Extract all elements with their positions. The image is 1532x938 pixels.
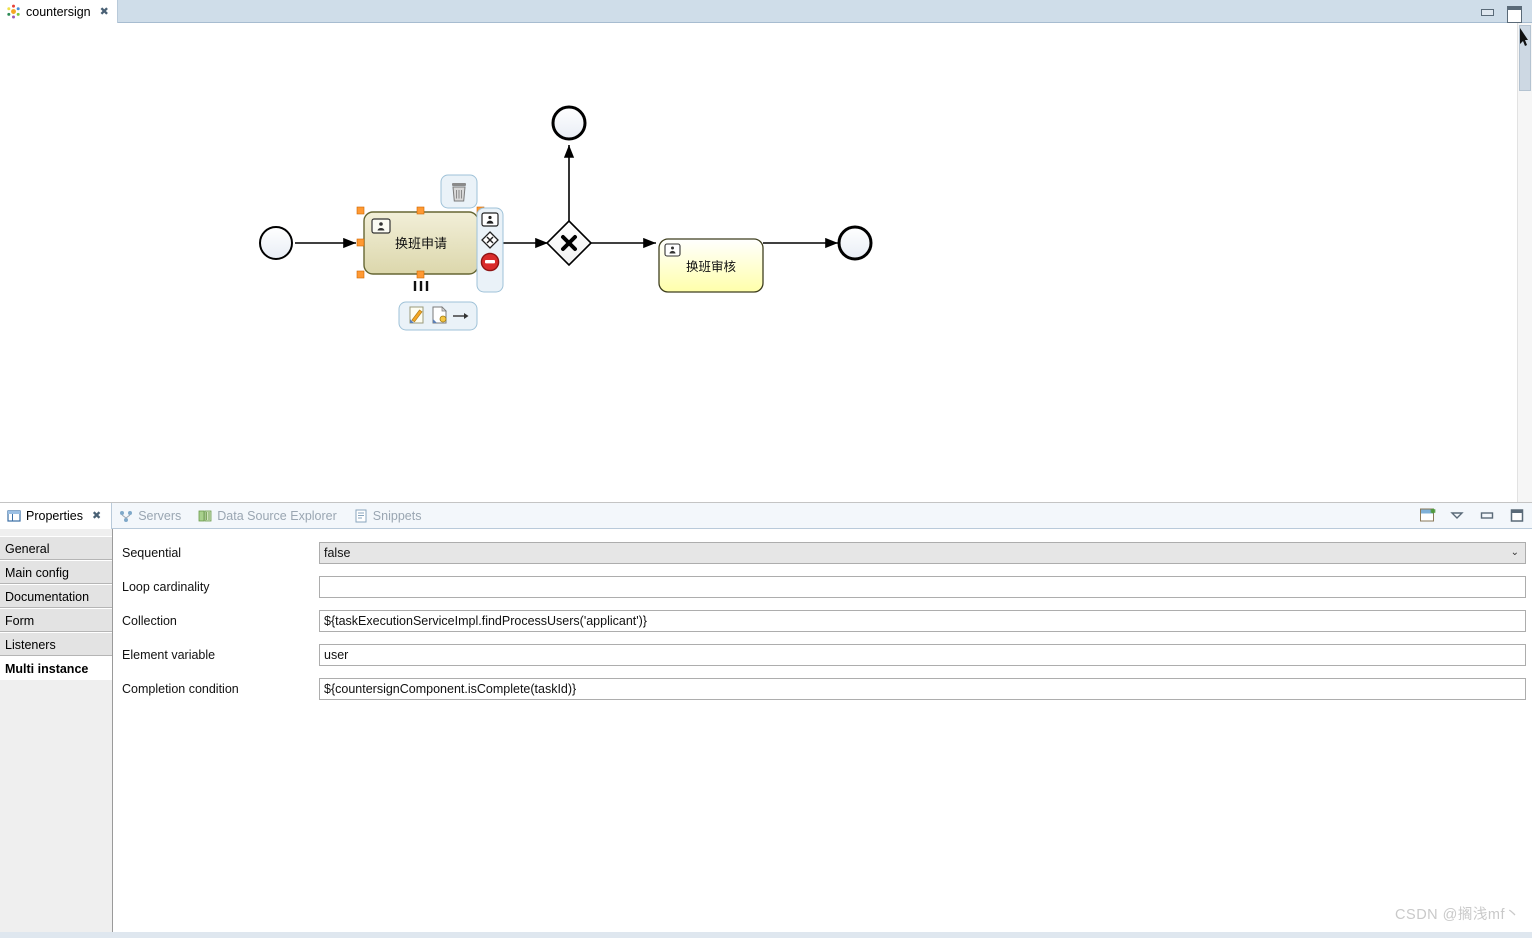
side-tab-main-config[interactable]: Main config: [0, 560, 112, 584]
context-pad-top[interactable]: [440, 174, 478, 209]
maximize-icon[interactable]: [1510, 508, 1526, 524]
completion-condition-input-wrap[interactable]: ${countersignComponent.isComplete(taskId…: [319, 678, 1526, 700]
canvas-vertical-scrollbar[interactable]: [1517, 23, 1532, 502]
properties-body: General Main config Documentation Form L…: [0, 529, 1532, 938]
data-source-icon: [198, 509, 212, 523]
side-tab-listeners[interactable]: Listeners: [0, 632, 112, 656]
multi-instance-form: Sequential false ⌄ Loop cardinality Coll…: [113, 529, 1532, 938]
view-tab-snippets[interactable]: Snippets: [347, 503, 432, 529]
sequential-combo[interactable]: false ⌄: [319, 542, 1526, 564]
user-task-node-review[interactable]: 换班审核: [658, 238, 764, 293]
properties-view-tab-bar: Properties ✖ Servers Data Source Explore…: [0, 502, 1532, 529]
side-tab-multi-instance[interactable]: Multi instance: [0, 656, 112, 680]
loop-cardinality-label: Loop cardinality: [122, 580, 210, 594]
user-task-label-review: 换班审核: [686, 259, 737, 274]
user-task-icon[interactable]: [481, 212, 499, 227]
element-variable-label: Element variable: [122, 648, 216, 662]
completion-condition-input[interactable]: ${countersignComponent.isComplete(taskId…: [319, 678, 1526, 700]
sequential-combo-wrap[interactable]: false ⌄: [319, 542, 1526, 564]
watermark: CSDN @搁浅mf丶: [1395, 907, 1520, 923]
sequential-label: Sequential: [122, 546, 182, 560]
snippets-icon: [354, 509, 368, 523]
trash-icon[interactable]: [452, 183, 466, 202]
bpmn-diagram[interactable]: 换班申请 换班审核: [0, 23, 1517, 503]
user-task-node-apply[interactable]: 换班申请: [356, 206, 485, 291]
side-tab-form[interactable]: Form: [0, 608, 112, 632]
element-variable-input[interactable]: user: [319, 644, 1526, 666]
user-task-label-apply: 换班申请: [395, 237, 447, 252]
edit-icon[interactable]: [409, 306, 424, 324]
close-icon[interactable]: ✖: [100, 6, 109, 17]
side-tab-filler: [0, 680, 112, 698]
element-variable-input-wrap[interactable]: user: [319, 644, 1526, 666]
view-tab-servers-label: Servers: [138, 508, 182, 523]
minimize-icon[interactable]: [1480, 6, 1494, 18]
parallel-multi-instance-marker: [413, 281, 429, 291]
collection-input-wrap[interactable]: ${taskExecutionServiceImpl.findProcessUs…: [319, 610, 1526, 632]
end-event-top-node[interactable]: [551, 105, 587, 141]
properties-view-toolbar: [1420, 503, 1526, 529]
bpmn-diagram-canvas[interactable]: 换班申请 换班审核: [0, 23, 1532, 503]
context-pad-right[interactable]: [476, 207, 504, 293]
status-bar: [0, 932, 1532, 938]
view-tab-properties-label: Properties: [26, 508, 83, 523]
side-tab-documentation[interactable]: Documentation: [0, 584, 112, 608]
end-event-right-node[interactable]: [837, 225, 873, 261]
properties-side-tab-list: General Main config Documentation Form L…: [0, 529, 113, 938]
context-pad-bottom[interactable]: [398, 301, 478, 331]
loop-cardinality-input[interactable]: [319, 576, 1526, 598]
collection-input[interactable]: ${taskExecutionServiceImpl.findProcessUs…: [319, 610, 1526, 632]
properties-view: Properties ✖ Servers Data Source Explore…: [0, 502, 1532, 938]
end-event-icon[interactable]: [480, 252, 500, 272]
restore-icon[interactable]: [1420, 508, 1436, 524]
sequential-value: false: [324, 546, 351, 560]
completion-condition-label: Completion condition: [122, 682, 239, 696]
properties-icon: [7, 509, 21, 523]
view-tab-servers[interactable]: Servers: [112, 503, 191, 529]
editor-tab-bar: countersign ✖: [0, 0, 1532, 23]
side-tab-general[interactable]: General: [0, 536, 112, 560]
view-tab-data-source-explorer-label: Data Source Explorer: [217, 508, 337, 523]
exclusive-gateway-node[interactable]: [545, 219, 593, 267]
chevron-down-icon[interactable]: ⌄: [1511, 543, 1519, 563]
view-tab-properties[interactable]: Properties ✖: [0, 502, 113, 529]
servers-icon: [119, 509, 133, 523]
editor-tab-countersign[interactable]: countersign ✖: [0, 0, 118, 23]
view-tab-snippets-label: Snippets: [372, 508, 422, 523]
view-tab-data-source-explorer[interactable]: Data Source Explorer: [191, 503, 347, 529]
loop-cardinality-input-wrap[interactable]: [319, 576, 1526, 598]
new-document-icon[interactable]: [432, 306, 447, 324]
resize-cursor-icon: [1518, 28, 1530, 50]
eclipse-workbench: countersign ✖ 换班申请 换班审核 Properties ✖ Ser…: [0, 0, 1532, 938]
start-event-node[interactable]: [259, 226, 293, 260]
minimize-icon[interactable]: [1480, 508, 1496, 524]
collection-label: Collection: [122, 614, 177, 628]
editor-tab-label: countersign: [26, 4, 91, 19]
view-menu-icon[interactable]: [1450, 508, 1466, 524]
window-controls: [1480, 0, 1528, 23]
maximize-icon[interactable]: [1506, 5, 1522, 23]
close-icon[interactable]: ✖: [92, 510, 101, 521]
activiti-icon: [6, 4, 21, 19]
